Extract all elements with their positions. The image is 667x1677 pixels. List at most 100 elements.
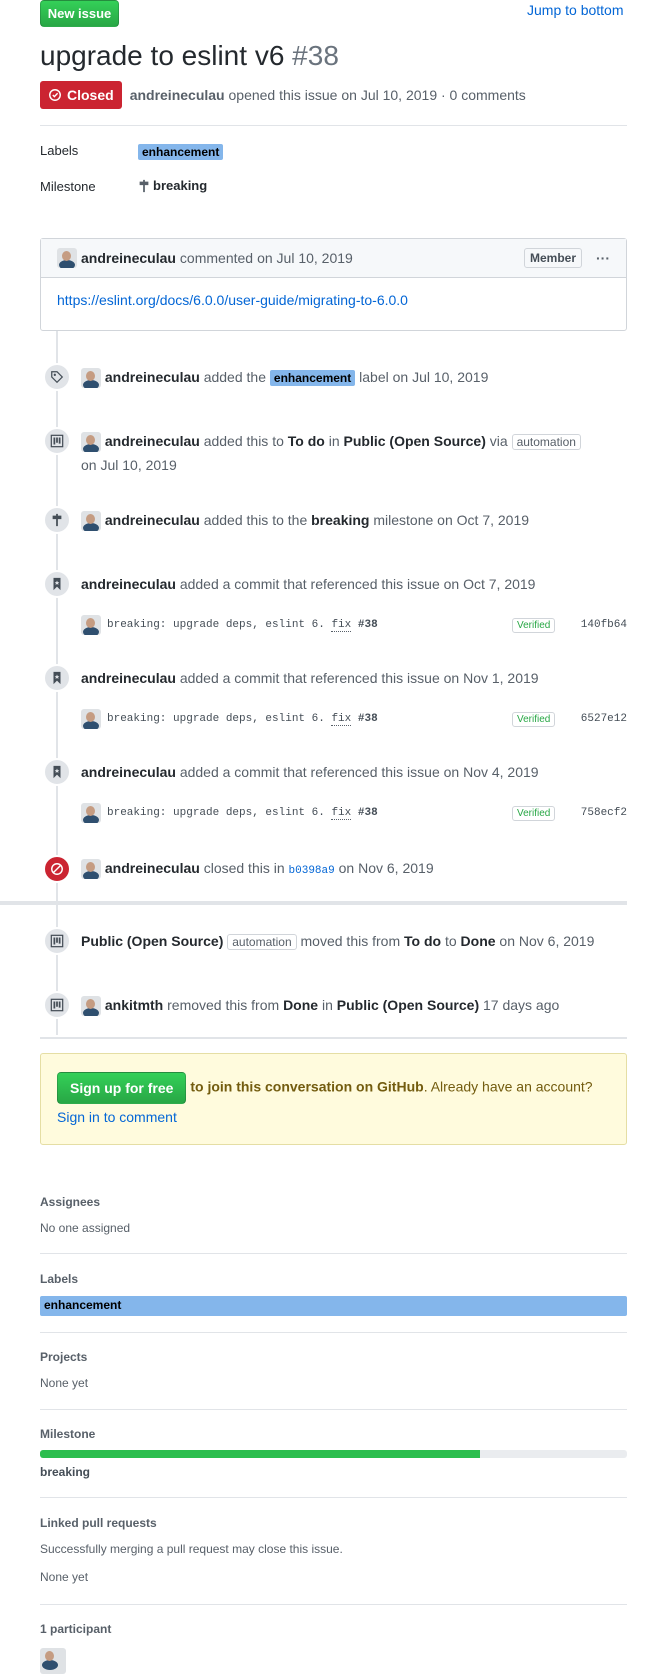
assignees-heading[interactable]: Assignees (40, 1195, 100, 1209)
event-text: in (328, 433, 340, 449)
enhancement-label[interactable]: enhancement (40, 1296, 627, 1316)
project-name[interactable]: Public (Open Source) (337, 997, 479, 1013)
timeline-separator (0, 901, 627, 905)
author-link[interactable]: andreineculau (130, 87, 225, 103)
event-user[interactable]: andreineculau (81, 670, 176, 686)
commit-message[interactable]: breaking: upgrade deps, eslint 6. fix #3… (107, 713, 378, 726)
tag-icon (43, 363, 71, 391)
state-badge: Closed (40, 81, 122, 109)
project-icon (43, 427, 71, 455)
sign-in-link[interactable]: Sign in to comment (57, 1109, 177, 1125)
commit-row: breaking: upgrade deps, eslint 6. fix #3… (81, 613, 627, 637)
event-text: added a commit that referenced this issu… (179, 670, 539, 686)
commit-sha[interactable]: 140fb64 (581, 619, 627, 631)
comment-date[interactable]: on Jul 10, 2019 (257, 250, 353, 266)
event-text: closed this in (203, 860, 285, 876)
event-date[interactable]: on Jul 10, 2019 (81, 457, 177, 473)
more-options-icon[interactable]: ··· (596, 250, 610, 266)
event-closed: andreineculau closed this in b0398a9 on … (81, 857, 434, 883)
commit-sha[interactable]: 758ecf2 (581, 807, 627, 819)
event-text: added a commit that referenced this issu… (179, 764, 539, 780)
event-user[interactable]: andreineculau (105, 369, 200, 385)
comment-action: commented (179, 250, 254, 266)
divider (40, 1332, 627, 1333)
event-commit-referenced: andreineculau added a commit that refere… (81, 761, 539, 784)
new-issue-button[interactable]: New issue (40, 0, 119, 27)
event-text: added this to the (203, 512, 308, 528)
state-label: Closed (67, 87, 114, 103)
event-user[interactable]: andreineculau (105, 860, 200, 876)
event-project-added: andreineculau added this to To do in Pub… (81, 430, 581, 477)
automation-badge: automation (511, 434, 581, 450)
commit-row: breaking: upgrade deps, eslint 6. fix #3… (81, 707, 627, 731)
event-user[interactable]: andreineculau (81, 764, 176, 780)
projects-heading[interactable]: Projects (40, 1350, 87, 1364)
event-user[interactable]: ankitmth (105, 997, 163, 1013)
issue-title-text: upgrade to eslint v6 (40, 40, 285, 71)
projects-value: None yet (40, 1376, 89, 1390)
commit-sha[interactable]: 6527e12 (581, 713, 627, 725)
verified-badge[interactable]: Verified (512, 711, 556, 727)
event-commit-referenced: andreineculau added a commit that refere… (81, 573, 535, 596)
closing-commit-link[interactable]: b0398a9 (289, 865, 335, 877)
signup-text: . Already have an account? (423, 1078, 593, 1095)
avatar[interactable] (81, 859, 101, 880)
event-text: milestone on Oct 7, 2019 (373, 512, 530, 528)
milestone-link[interactable]: breaking (138, 178, 207, 193)
milestone-name[interactable]: breaking (311, 512, 369, 528)
event-commit-referenced: andreineculau added a commit that refere… (81, 667, 539, 690)
event-user[interactable]: andreineculau (81, 576, 176, 592)
milestone-progress-fill (40, 1450, 481, 1458)
commit-row: breaking: upgrade deps, eslint 6. fix #3… (81, 801, 627, 825)
avatar[interactable] (81, 709, 101, 729)
divider (40, 1604, 627, 1605)
event-date[interactable]: on Nov 6, 2019 (499, 933, 594, 949)
event-text: added this to (203, 433, 284, 449)
event-project-moved: Public (Open Source) automation moved th… (81, 930, 594, 954)
project-name[interactable]: Public (Open Source) (344, 433, 486, 449)
event-project-removed: ankitmth removed this from Done in Publi… (81, 994, 559, 1017)
verified-badge[interactable]: Verified (512, 805, 556, 821)
signup-box: Sign up for free to join this conversati… (40, 1053, 627, 1145)
project-icon (43, 991, 71, 1019)
member-badge: Member (523, 248, 582, 268)
avatar[interactable] (81, 511, 101, 532)
avatar[interactable] (81, 432, 101, 453)
participant-avatar[interactable] (40, 1648, 66, 1674)
milestone-value[interactable]: breaking (40, 1465, 90, 1479)
issue-closed-icon (49, 89, 61, 101)
verified-badge[interactable]: Verified (512, 617, 556, 633)
milestone-progress-bar (40, 1450, 627, 1458)
event-text: label on Jul 10, 2019 (359, 369, 489, 385)
jump-to-bottom-link[interactable]: Jump to bottom (527, 2, 624, 18)
avatar[interactable] (81, 368, 101, 389)
event-user[interactable]: andreineculau (105, 512, 200, 528)
enhancement-label[interactable]: enhancement (269, 370, 356, 386)
avatar[interactable] (81, 615, 101, 635)
bookmark-icon (43, 570, 71, 598)
milestone-heading[interactable]: Milestone (40, 1427, 95, 1441)
avatar[interactable] (81, 996, 101, 1017)
enhancement-label[interactable]: enhancement (138, 144, 224, 160)
milestone-name: breaking (153, 178, 208, 193)
issue-number: #38 (292, 40, 339, 71)
project-column: To do (404, 933, 442, 949)
event-user[interactable]: andreineculau (105, 433, 200, 449)
labels-heading[interactable]: Labels (40, 1272, 78, 1286)
project-column: To do (287, 433, 325, 449)
sign-up-button[interactable]: Sign up for free (57, 1072, 187, 1104)
comment-link[interactable]: https://eslint.org/docs/6.0.0/user-guide… (57, 292, 408, 308)
avatar[interactable] (81, 803, 101, 823)
commit-message[interactable]: breaking: upgrade deps, eslint 6. fix #3… (107, 807, 378, 820)
event-date[interactable]: 17 days ago (483, 997, 559, 1013)
comment-box: andreineculau commented on Jul 10, 2019 … (40, 238, 627, 331)
project-column: Done (283, 997, 319, 1013)
bookmark-icon (43, 758, 71, 786)
project-name[interactable]: Public (Open Source) (81, 933, 223, 949)
commit-message[interactable]: breaking: upgrade deps, eslint 6. fix #3… (107, 619, 378, 632)
linked-prs-value: None yet (40, 1570, 89, 1584)
comment-author[interactable]: andreineculau (81, 250, 176, 266)
comment-header: andreineculau commented on Jul 10, 2019 … (41, 239, 626, 278)
avatar[interactable] (57, 248, 77, 268)
event-label-added: andreineculau added the enhancement labe… (81, 366, 488, 390)
